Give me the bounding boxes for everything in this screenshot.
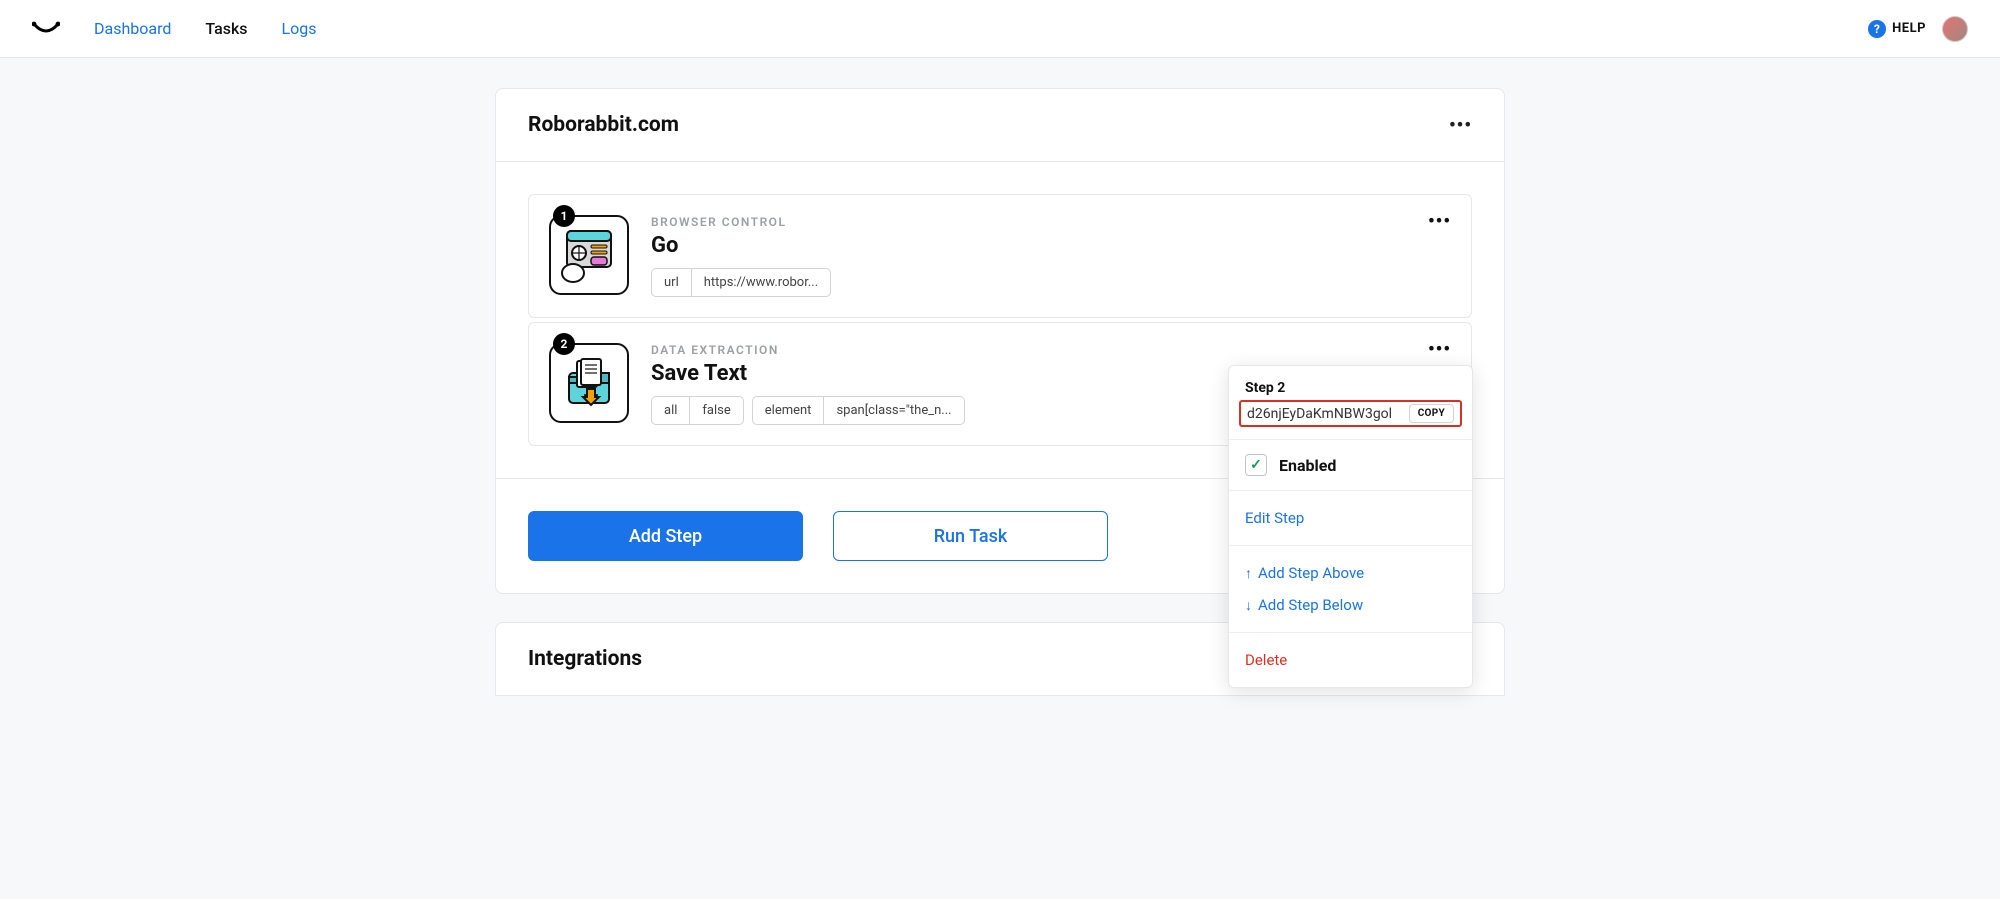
task-title: Roborabbit.com xyxy=(528,113,679,137)
arrow-up-icon: ↑ xyxy=(1245,565,1252,582)
step-category: BROWSER CONTROL xyxy=(651,215,1451,229)
top-bar: Dashboard Tasks Logs ? HELP xyxy=(0,0,2000,58)
step-id: d26njEyDaKmNBW3gol xyxy=(1247,406,1401,422)
help-button[interactable]: ? HELP xyxy=(1868,20,1926,38)
step-name: Go xyxy=(651,233,1451,258)
enabled-toggle-row[interactable]: ✓ Enabled xyxy=(1245,454,1456,476)
copy-step-id-button[interactable]: COPY xyxy=(1409,404,1454,423)
step-id-row: d26njEyDaKmNBW3gol COPY xyxy=(1239,400,1462,427)
step-menu-button[interactable]: ••• xyxy=(1428,211,1451,232)
param-value: false xyxy=(690,396,743,425)
step-number-badge: 2 xyxy=(553,333,575,355)
param-key: all xyxy=(651,396,690,425)
delete-step-link[interactable]: Delete xyxy=(1245,647,1456,673)
step-context-menu: Step 2 d26njEyDaKmNBW3gol COPY ✓ Enabled… xyxy=(1228,365,1473,688)
step-number-badge: 1 xyxy=(553,205,575,227)
task-card-header: Roborabbit.com ••• xyxy=(496,89,1504,162)
data-extraction-icon xyxy=(549,343,629,423)
arrow-down-icon: ↓ xyxy=(1245,597,1252,614)
logo xyxy=(32,20,60,38)
user-avatar[interactable] xyxy=(1942,16,1968,42)
nav-logs[interactable]: Logs xyxy=(282,19,317,38)
popover-step-title: Step 2 xyxy=(1245,380,1456,396)
enabled-label: Enabled xyxy=(1279,456,1336,475)
add-below-label: Add Step Below xyxy=(1258,596,1363,614)
param-value: span[class="the_n... xyxy=(824,396,964,425)
nav-dashboard[interactable]: Dashboard xyxy=(94,19,171,38)
param-chip: all false xyxy=(651,396,744,425)
nav-tasks[interactable]: Tasks xyxy=(205,19,247,38)
step-category: DATA EXTRACTION xyxy=(651,343,1451,357)
param-key: url xyxy=(651,268,692,297)
step-menu-button[interactable]: ••• xyxy=(1428,339,1451,360)
step-row[interactable]: 1 BROWSER CONTROL xyxy=(528,194,1472,318)
help-label: HELP xyxy=(1892,21,1926,36)
run-task-button[interactable]: Run Task xyxy=(833,511,1108,561)
add-step-below-link[interactable]: ↓ Add Step Below xyxy=(1245,592,1456,618)
browser-control-icon xyxy=(549,215,629,295)
integrations-title: Integrations xyxy=(528,647,642,671)
main-nav: Dashboard Tasks Logs xyxy=(94,19,317,38)
task-menu-button[interactable]: ••• xyxy=(1449,115,1472,136)
param-chip: element span[class="the_n... xyxy=(752,396,965,425)
param-chip: url https://www.robor... xyxy=(651,268,831,297)
add-above-label: Add Step Above xyxy=(1258,564,1364,582)
add-step-above-link[interactable]: ↑ Add Step Above xyxy=(1245,560,1456,586)
add-step-button[interactable]: Add Step xyxy=(528,511,803,561)
param-value: https://www.robor... xyxy=(692,268,831,297)
check-icon: ✓ xyxy=(1245,454,1267,476)
help-icon: ? xyxy=(1868,20,1886,38)
edit-step-link[interactable]: Edit Step xyxy=(1245,505,1456,531)
param-key: element xyxy=(752,396,825,425)
